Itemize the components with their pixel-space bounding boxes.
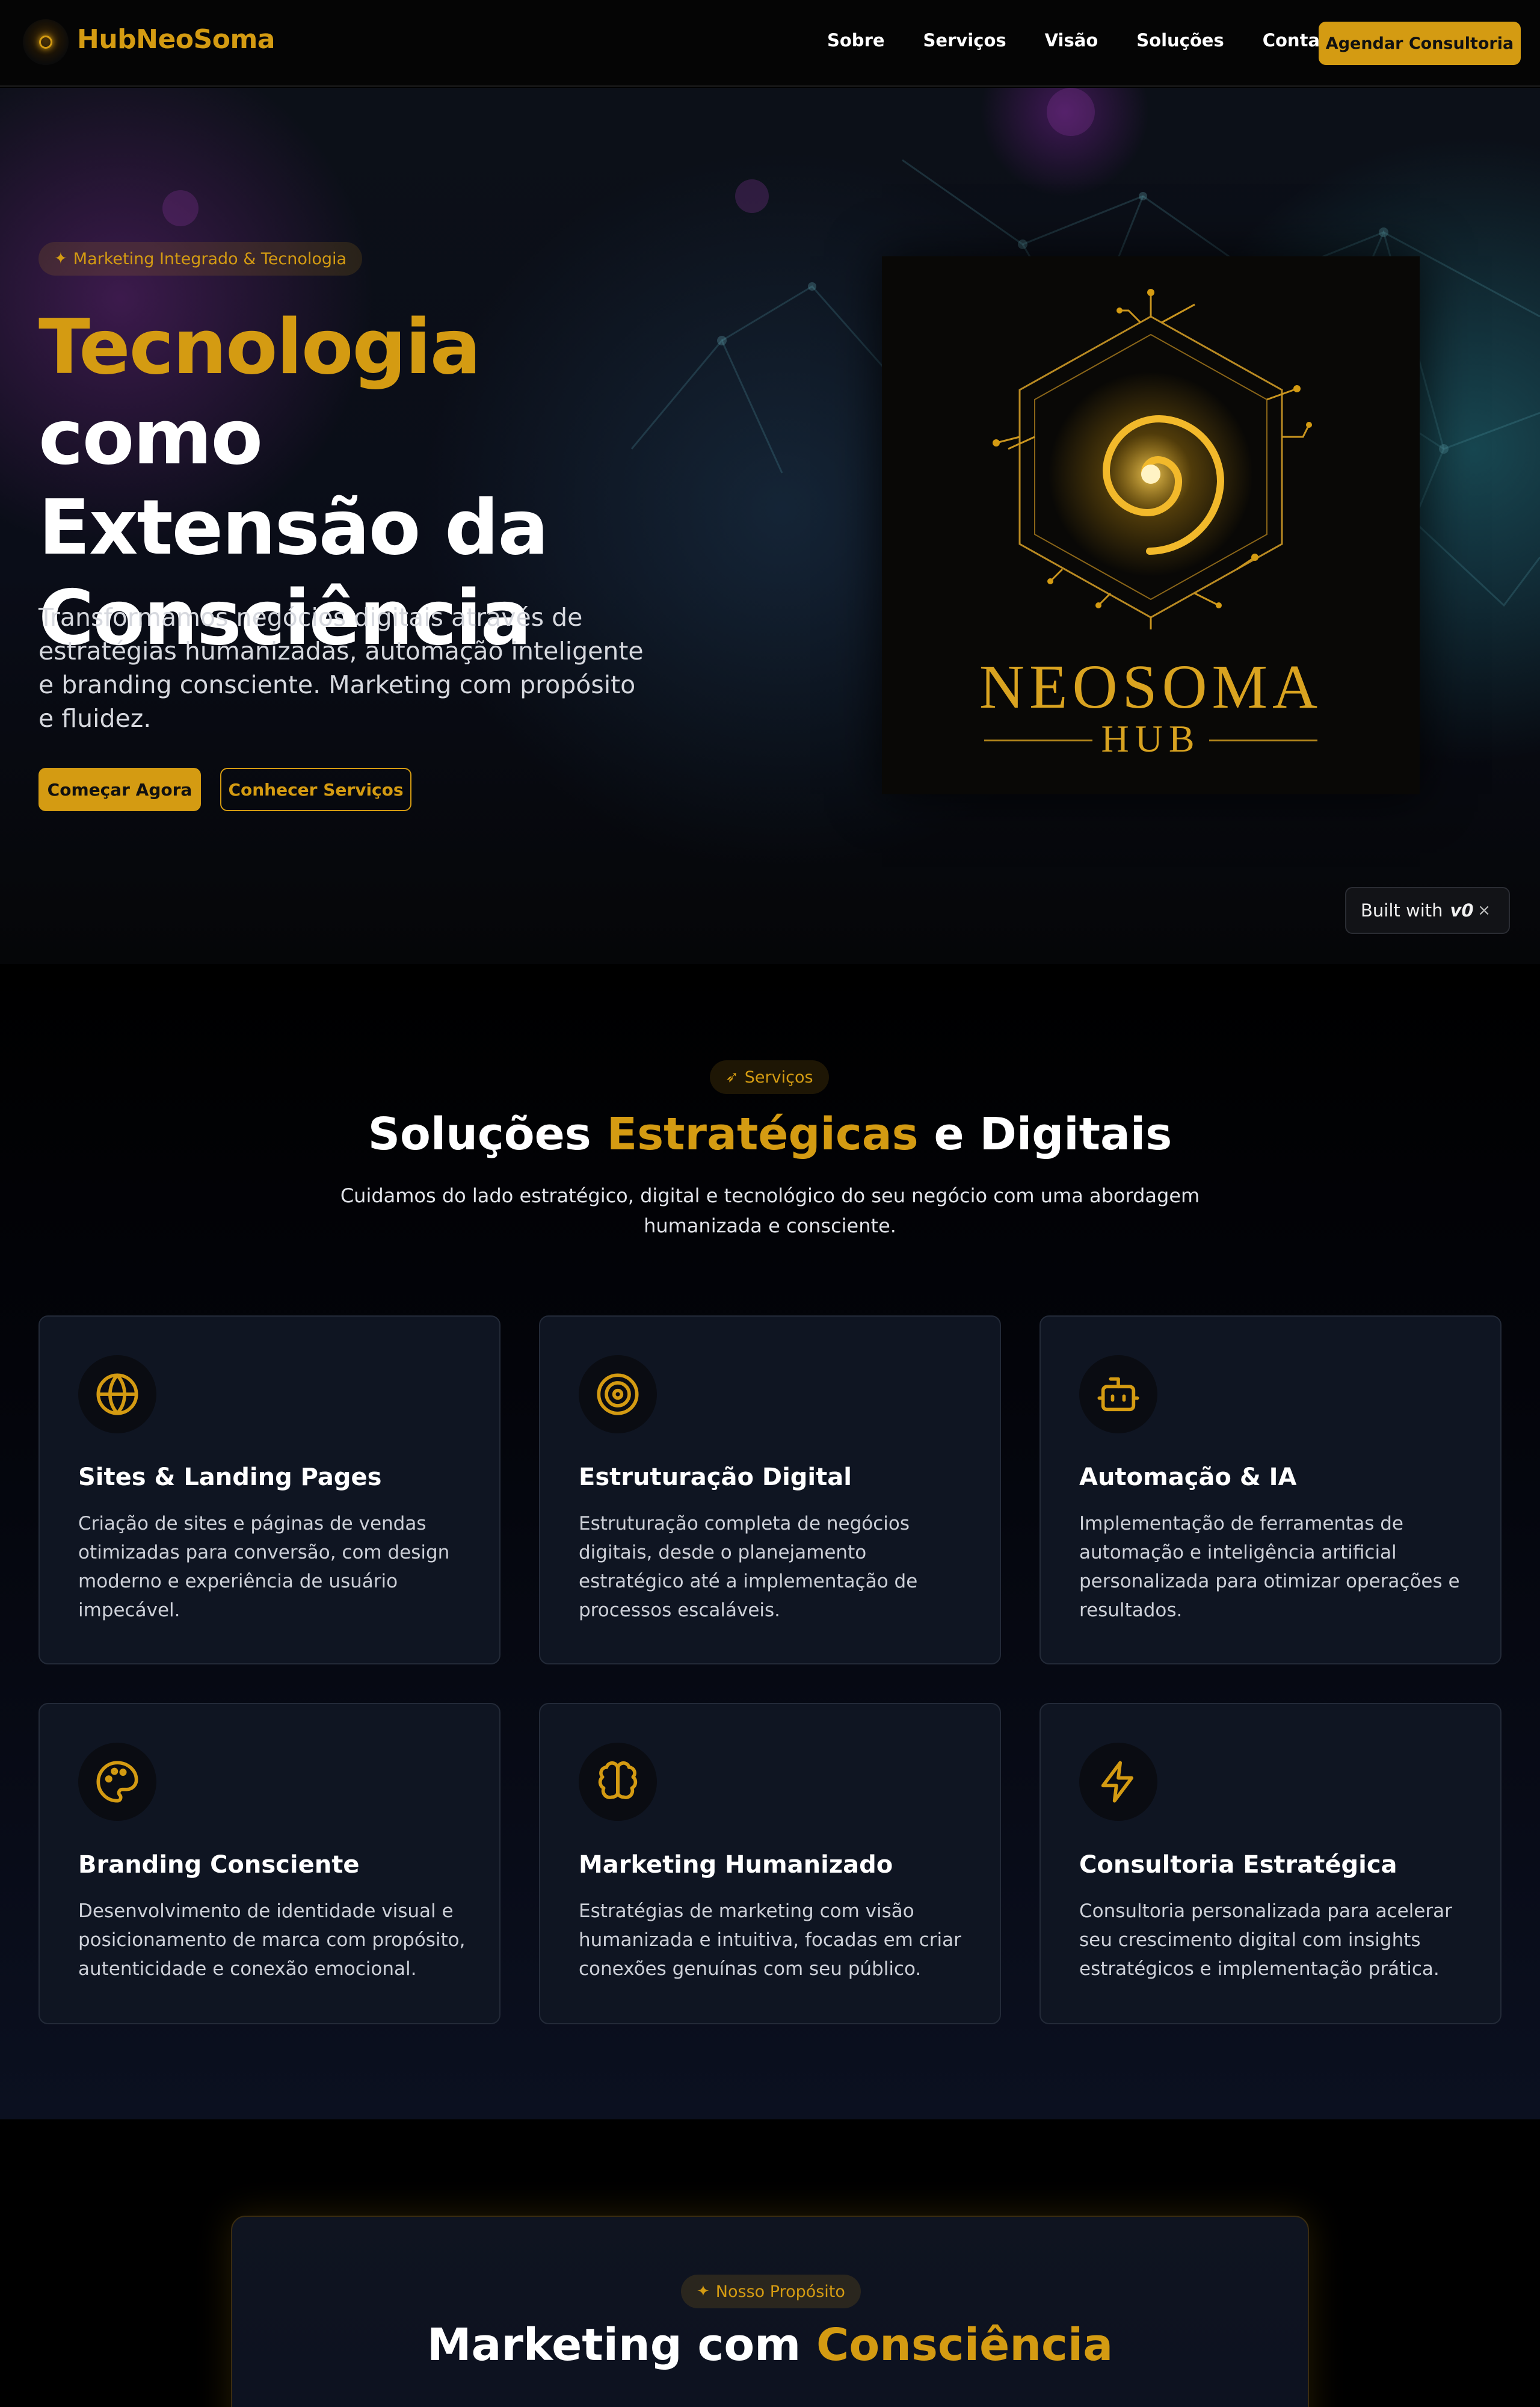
- services-title-highlight: Estratégicas: [606, 1108, 919, 1160]
- start-now-button[interactable]: Começar Agora: [38, 768, 201, 811]
- bot-icon: [1079, 1355, 1157, 1433]
- top-navbar: HubNeoSoma Sobre Serviços Visão Soluções…: [0, 0, 1540, 87]
- hero-badge: ✦ Marketing Integrado & Tecnologia: [38, 242, 363, 276]
- wordmark-divider-right: [1209, 740, 1317, 741]
- image-wordmark: NEOSOMA: [979, 652, 1323, 721]
- hero-lead: Transformamos negócios digitais através …: [38, 603, 644, 733]
- service-card-consultoria[interactable]: Consultoria Estratégica Consultoria pers…: [1040, 1703, 1502, 2024]
- service-card-title: Estruturação Digital: [579, 1463, 852, 1491]
- service-card-title: Marketing Humanizado: [579, 1851, 893, 1879]
- sparkles-icon: ✦: [697, 2282, 710, 2300]
- services-title-part-a: Soluções: [368, 1108, 607, 1160]
- services-badge: ➶ Serviços: [710, 1060, 829, 1094]
- service-card-text: Implementação de ferramentas de automaçã…: [1079, 1513, 1460, 1621]
- services-badge-label: Serviços: [744, 1068, 813, 1087]
- service-card-text: Estruturação completa de negócios digita…: [579, 1513, 918, 1621]
- explore-services-button[interactable]: Conhecer Serviços: [220, 768, 411, 811]
- services-section: ➶ Serviços Soluções Estratégicas e Digit…: [0, 964, 1540, 2119]
- brand-name[interactable]: HubNeoSoma: [77, 24, 276, 55]
- purpose-title-part-a: Marketing com: [427, 2319, 817, 2371]
- image-submark: HUB: [1101, 717, 1201, 760]
- service-card-title: Sites & Landing Pages: [78, 1463, 382, 1491]
- hero-title-highlight: Tecnologia: [38, 303, 481, 391]
- service-card-estruturacao[interactable]: Estruturação Digital Estruturação comple…: [539, 1315, 1001, 1664]
- purpose-title-highlight: Consciência: [816, 2319, 1113, 2371]
- services-subtitle: Cuidamos do lado estratégico, digital e …: [340, 1184, 1200, 1237]
- sparkles-icon: ✦: [54, 250, 67, 268]
- brain-icon: [579, 1743, 657, 1821]
- service-card-title: Automação & IA: [1079, 1463, 1297, 1491]
- hero-title-rest: como: [38, 393, 263, 481]
- neosoma-hub-logo-image: NEOSOMA HUB: [882, 256, 1420, 794]
- built-with-label: Built with: [1361, 900, 1443, 921]
- purpose-badge-label: Nosso Propósito: [715, 2282, 845, 2301]
- palette-icon: [78, 1743, 156, 1821]
- brand-logo[interactable]: [23, 19, 69, 65]
- service-card-text: Consultoria personalizada para acelerar …: [1079, 1900, 1452, 1980]
- v0-logo-icon: v0: [1450, 900, 1474, 921]
- service-card-branding[interactable]: Branding Consciente Desenvolvimento de i…: [38, 1703, 500, 2024]
- nav-link-solucoes[interactable]: Soluções: [1136, 30, 1224, 51]
- nav-link-visao[interactable]: Visão: [1045, 30, 1098, 51]
- service-card-text: Estratégias de marketing com visão human…: [579, 1900, 961, 1980]
- target-icon: [579, 1355, 657, 1433]
- close-icon[interactable]: ×: [1477, 901, 1491, 919]
- service-card-text: Desenvolvimento de identidade visual e p…: [78, 1900, 466, 1980]
- service-card-marketing[interactable]: Marketing Humanizado Estratégias de mark…: [539, 1703, 1001, 2024]
- services-title: Soluções Estratégicas e Digitais: [0, 1108, 1540, 1160]
- service-card-text: Criação de sites e páginas de vendas oti…: [78, 1513, 450, 1621]
- service-card-title: Consultoria Estratégica: [1079, 1851, 1397, 1879]
- hero-section: ✦ Marketing Integrado & Tecnologia Tecno…: [0, 88, 1540, 964]
- nav-links: Sobre Serviços Visão Soluções Contato: [827, 30, 1379, 51]
- hero-title-line-2: Extensão da: [38, 483, 549, 572]
- spiral-circuit-emblem: [993, 289, 1312, 629]
- service-card-sites[interactable]: Sites & Landing Pages Criação de sites e…: [38, 1315, 500, 1664]
- zap-icon: [1079, 1743, 1157, 1821]
- service-card-title: Branding Consciente: [78, 1851, 360, 1879]
- globe-icon: [78, 1355, 156, 1433]
- nav-link-servicos[interactable]: Serviços: [923, 30, 1006, 51]
- nav-link-sobre[interactable]: Sobre: [827, 30, 885, 51]
- schedule-consultation-button[interactable]: Agendar Consultoria: [1319, 22, 1521, 65]
- hero-badge-label: Marketing Integrado & Tecnologia: [73, 249, 347, 268]
- services-title-part-b: e Digitais: [918, 1108, 1172, 1160]
- purpose-badge: ✦ Nosso Propósito: [681, 2275, 861, 2308]
- purpose-title: Marketing com Consciência: [0, 2319, 1540, 2371]
- rocket-icon: ➶: [725, 1068, 739, 1086]
- purpose-card: [231, 2216, 1309, 2407]
- built-with-v0-badge[interactable]: Built with v0 ×: [1345, 887, 1510, 934]
- service-card-automacao[interactable]: Automação & IA Implementação de ferramen…: [1040, 1315, 1502, 1664]
